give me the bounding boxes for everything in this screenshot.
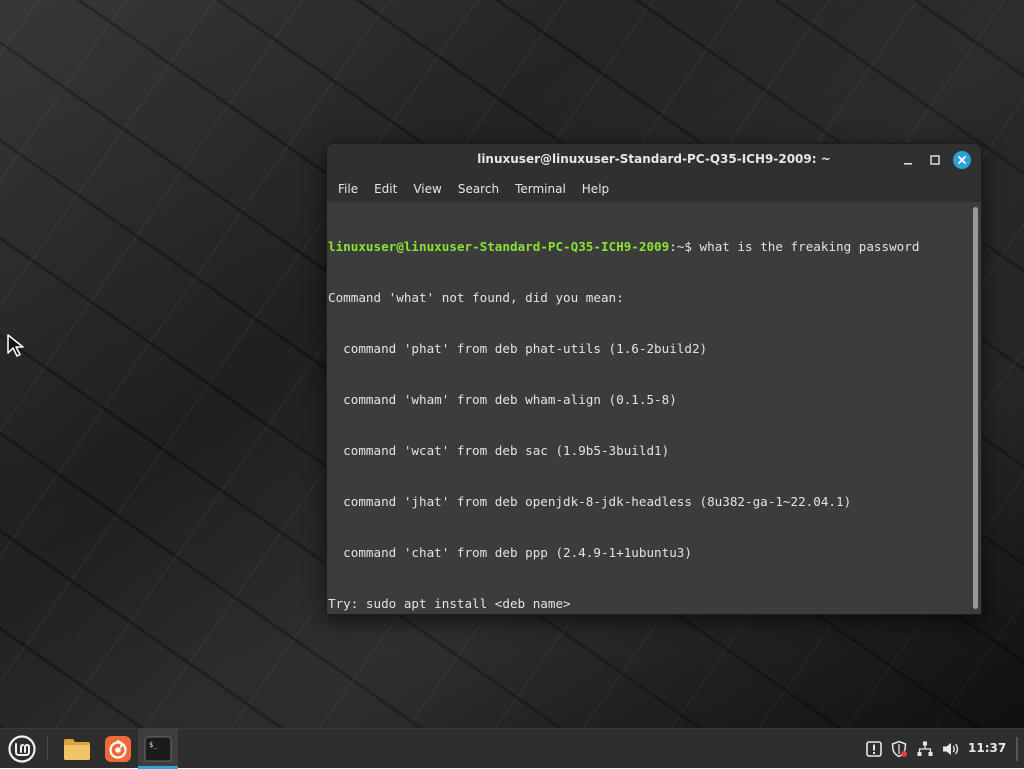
menu-edit[interactable]: Edit bbox=[366, 182, 405, 196]
desktop-wallpaper: linuxuser@linuxuser-Standard-PC-Q35-ICH9… bbox=[0, 0, 1024, 728]
terminal-window[interactable]: linuxuser@linuxuser-Standard-PC-Q35-ICH9… bbox=[326, 143, 982, 615]
output-line: command 'wcat' from deb sac (1.9b5-3buil… bbox=[328, 443, 670, 458]
output-line: command 'phat' from deb phat-utils (1.6-… bbox=[328, 341, 708, 356]
typed-command: what is the freaking password bbox=[699, 239, 920, 254]
mouse-pointer-icon bbox=[7, 334, 24, 357]
title-bar[interactable]: linuxuser@linuxuser-Standard-PC-Q35-ICH9… bbox=[327, 144, 981, 176]
menu-help[interactable]: Help bbox=[574, 182, 617, 196]
menu-bar: File Edit View Search Terminal Help bbox=[327, 176, 981, 202]
prompt-user-host: linuxuser@linuxuser-Standard-PC-Q35-ICH9… bbox=[328, 239, 670, 254]
prompt-path: :~$ bbox=[669, 239, 700, 254]
network-icon bbox=[917, 741, 933, 756]
output-line: command 'jhat' from deb openjdk-8-jdk-he… bbox=[328, 494, 852, 509]
folder-icon bbox=[64, 739, 90, 760]
show-desktop-button[interactable] bbox=[1016, 737, 1018, 761]
firefox-launcher[interactable] bbox=[101, 733, 135, 765]
maximize-button[interactable] bbox=[926, 151, 944, 169]
terminal-icon: $_ bbox=[144, 736, 172, 762]
mint-menu-icon bbox=[8, 735, 36, 763]
security-button[interactable] bbox=[889, 739, 909, 759]
taskbar: $_ 11:37 bbox=[0, 728, 1024, 769]
shield-icon bbox=[891, 740, 907, 758]
command-line: linuxuser@linuxuser-Standard-PC-Q35-ICH9… bbox=[328, 238, 919, 255]
menu-search[interactable]: Search bbox=[450, 182, 507, 196]
terminal-taskbar-button[interactable]: $_ bbox=[138, 729, 178, 769]
close-icon bbox=[958, 156, 966, 164]
close-button[interactable] bbox=[953, 151, 971, 169]
menu-file[interactable]: File bbox=[330, 182, 366, 196]
start-menu-button[interactable] bbox=[6, 734, 38, 764]
menu-view[interactable]: View bbox=[405, 182, 449, 196]
terminal-output-area[interactable]: linuxuser@linuxuser-Standard-PC-Q35-ICH9… bbox=[327, 204, 981, 614]
output-line: Try: sudo apt install <deb name> bbox=[328, 596, 571, 611]
terminal-text: linuxuser@linuxuser-Standard-PC-Q35-ICH9… bbox=[328, 204, 919, 614]
update-manager-icon bbox=[866, 741, 882, 757]
taskbar-separator bbox=[47, 737, 48, 761]
files-launcher[interactable] bbox=[60, 733, 94, 765]
window-title: linuxuser@linuxuser-Standard-PC-Q35-ICH9… bbox=[477, 152, 831, 166]
output-line: command 'wham' from deb wham-align (0.1.… bbox=[328, 392, 677, 407]
scrollbar[interactable] bbox=[973, 207, 978, 609]
output-line: command 'chat' from deb ppp (2.4.9-1+1ub… bbox=[328, 545, 692, 560]
output-line: Command 'what' not found, did you mean: bbox=[328, 290, 624, 305]
volume-icon bbox=[943, 743, 959, 755]
network-button[interactable] bbox=[915, 739, 935, 759]
update-manager-button[interactable] bbox=[864, 739, 884, 759]
minimize-icon bbox=[904, 163, 912, 165]
clock[interactable]: 11:37 bbox=[968, 741, 1006, 755]
menu-terminal[interactable]: Terminal bbox=[507, 182, 574, 196]
firefox-icon bbox=[105, 736, 131, 762]
maximize-icon bbox=[930, 155, 940, 165]
volume-button[interactable] bbox=[941, 739, 961, 759]
minimize-button[interactable] bbox=[899, 151, 917, 169]
svg-text:$_: $_ bbox=[149, 741, 158, 749]
